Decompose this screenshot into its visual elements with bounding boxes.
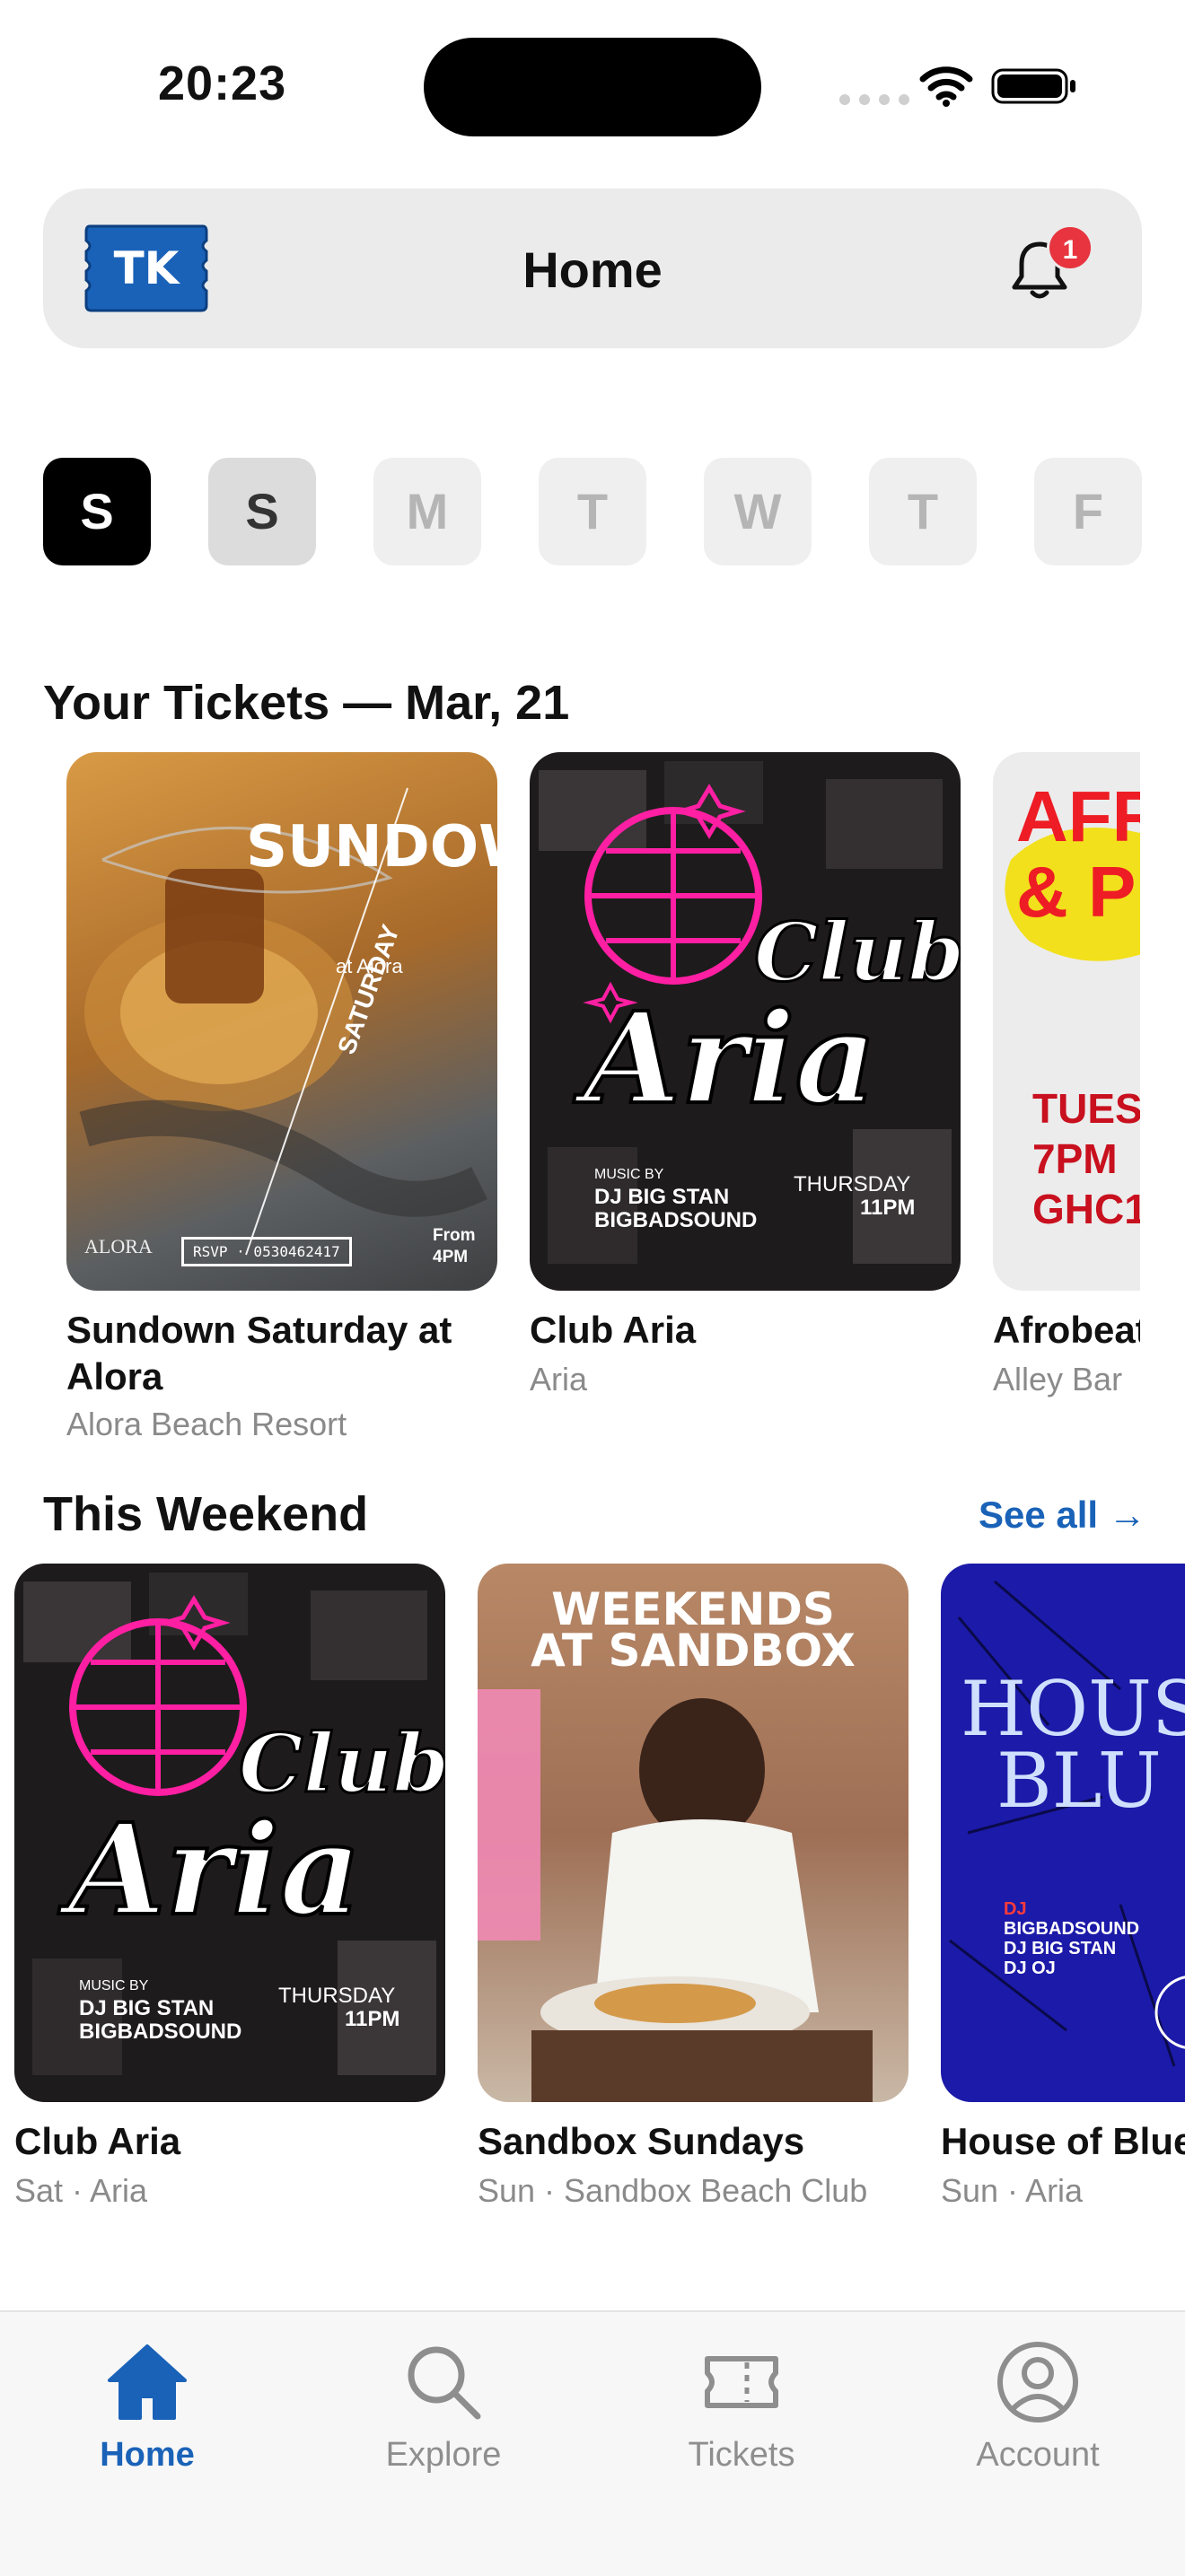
ticket-title-sundown-line2: Alora [66, 1355, 163, 1398]
weekend-aria-music-by: MUSIC BY [79, 1978, 149, 1993]
aria-time: 11PM [860, 1196, 916, 1220]
weekend-title-club-aria: Club Aria [14, 2120, 181, 2162]
day-chip-thu[interactable]: T [869, 458, 977, 565]
tab-home[interactable]: Home [40, 2436, 255, 2475]
afrobeat-poster-line2: & P [1016, 852, 1137, 932]
ticket-card-afrobeat[interactable]: AFR & P TUESDA 7PM GHC150 [993, 752, 1140, 1291]
weekend-subtitle-house-blue: Sun · Aria [941, 2172, 1084, 2209]
house-blue-line2: BLU [996, 1737, 1162, 1825]
day-chip-tue[interactable]: T [539, 458, 646, 565]
sandbox-poster-line2: AT SANDBOX [531, 1625, 856, 1677]
day-chip-wed[interactable]: W [704, 458, 812, 565]
day-chip-sun-selected[interactable]: S [43, 458, 151, 565]
house-blue-poster-art [949, 1580, 1185, 2067]
search-icon[interactable] [399, 2337, 488, 2427]
house-blue-line1: HOUS [961, 1665, 1185, 1753]
alora-brand: ALORA [84, 1235, 153, 1257]
battery-icon [991, 68, 1075, 104]
weekend-subtitle-sandbox: Sun · Sandbox Beach Club [478, 2172, 868, 2209]
account-icon[interactable] [993, 2337, 1083, 2427]
weekend-aria-dj2: BIGBADSOUND [79, 2020, 242, 2044]
sundown-venue-text: at Alora [336, 955, 403, 977]
aria-day: THURSDAY [794, 1172, 911, 1196]
see-all-link[interactable]: See all → [979, 1494, 1146, 1537]
sundown-big-text: SUNDOWN [246, 814, 497, 881]
afrobeat-poster-time: 7PM [1032, 1135, 1118, 1182]
aria-dj1: DJ BIG STAN [594, 1185, 730, 1209]
status-time: 20:23 [158, 57, 287, 110]
weekend-subtitle-club-aria: Sat · Aria [14, 2172, 148, 2209]
day-chip-sun[interactable]: S [208, 458, 316, 565]
house-blue-dj2: BIGBADSOUND [1004, 1919, 1140, 1939]
ticket-card-club-aria[interactable]: Club Aria MUSIC BY DJ BIG STAN BIGBADSOU… [530, 752, 961, 1291]
weekend-aria-aria: Aria [66, 1795, 363, 1946]
weekend-card-club-aria[interactable]: Club Aria MUSIC BY DJ BIG STAN BIGBADSOU… [14, 1564, 445, 2102]
weekend-card-house-blue-clip: HOUS BLU DJ BIGBADSOUND DJ BIG STAN DJ O… [941, 1564, 1185, 2228]
afrobeat-poster-day: TUESDA [1032, 1085, 1140, 1132]
tab-explore[interactable]: Explore [336, 2436, 551, 2475]
weekend-title-sandbox: Sandbox Sundays [478, 2120, 805, 2162]
from-line1: From [433, 1226, 476, 1245]
cellular-signal-icon [839, 94, 909, 105]
from-line2: 4PM [433, 1248, 469, 1266]
tab-account[interactable]: Account [930, 2436, 1146, 2475]
ticket-icon[interactable] [697, 2337, 786, 2427]
ticket-subtitle-sundown: Alora Beach Resort [66, 1406, 347, 1442]
weekend-card-house-blue[interactable]: HOUS BLU DJ BIGBADSOUND DJ BIG STAN DJ O… [941, 1564, 1185, 2102]
page-title: Home [522, 241, 663, 298]
aria-dj2: BIGBADSOUND [594, 1208, 758, 1232]
home-icon[interactable] [102, 2337, 192, 2427]
aria-poster-aria: Aria [582, 984, 878, 1135]
afrobeat-poster-price: GHC150 [1032, 1186, 1140, 1232]
house-blue-dj-label: DJ [1004, 1899, 1027, 1919]
weekend-aria-dj1: DJ BIG STAN [79, 1996, 215, 2020]
aria-music-by: MUSIC BY [594, 1167, 664, 1182]
notification-badge: 1 [1047, 224, 1093, 271]
ticket-subtitle-club-aria: Aria [530, 1361, 588, 1398]
weekend-aria-time: 11PM [345, 2007, 400, 2031]
rsvp-box: RSVP · 0530462417 [181, 1237, 352, 1266]
house-blue-dj3: DJ BIG STAN [1004, 1939, 1117, 1958]
day-chip-mon[interactable]: M [373, 458, 481, 565]
day-chip-fri[interactable]: F [1034, 458, 1142, 565]
weekend-title-house-blue: House of Blue [941, 2120, 1185, 2162]
weekend-card-sandbox[interactable]: WEEKENDS AT SANDBOX [478, 1564, 908, 2102]
ticket-title-club-aria: Club Aria [530, 1309, 697, 1351]
ticket-subtitle-afrobeat: Alley Bar [993, 1361, 1123, 1398]
ticket-card-sundown[interactable]: SUNDOWN SATURDAY at Alora ALORA RSVP · 0… [66, 752, 497, 1291]
afrobeat-poster-line1: AFR [1016, 776, 1140, 856]
dynamic-island [424, 38, 761, 136]
ticket-title-sundown-line1: Sundown Saturday at [66, 1309, 452, 1351]
tickets-section-title: Your Tickets — Mar, 21 [43, 676, 570, 730]
weekend-aria-day: THURSDAY [278, 1984, 396, 2008]
weekend-section-title: This Weekend [43, 1487, 369, 1541]
tab-tickets[interactable]: Tickets [634, 2436, 849, 2475]
wifi-icon [919, 66, 973, 107]
ticket-title-afrobeat: Afrobeat [993, 1309, 1140, 1351]
house-blue-dj4: DJ OJ [1004, 1958, 1056, 1978]
